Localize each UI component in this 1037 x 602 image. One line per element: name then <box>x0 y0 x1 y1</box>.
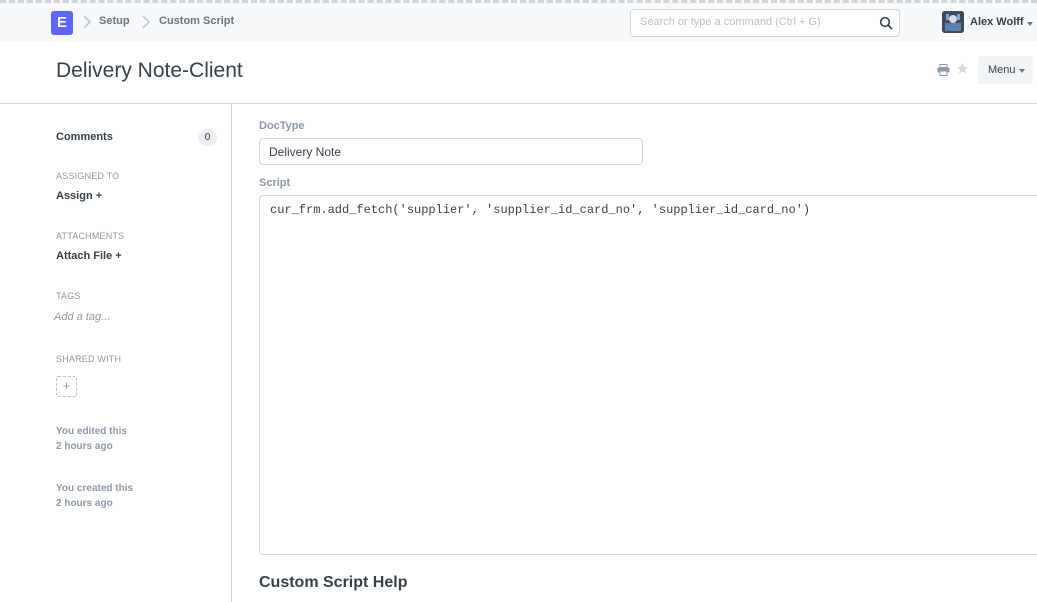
caret-down-icon[interactable] <box>1027 22 1033 26</box>
user-name[interactable]: Alex Wolff <box>970 16 1024 28</box>
comments-count-badge: 0 <box>198 129 217 146</box>
user-avatar-icon <box>942 11 964 33</box>
chevron-right-icon <box>142 15 151 29</box>
add-share-button[interactable]: + <box>56 376 77 397</box>
edited-activity: You edited this <box>56 426 127 437</box>
top-navbar: E Setup Custom Script Alex Wolff <box>0 0 1037 41</box>
caret-down-icon <box>1019 69 1025 73</box>
edited-timestamp: 2 hours ago <box>56 441 113 452</box>
attach-file-link[interactable]: Attach File + <box>56 250 122 262</box>
sidebar-divider <box>231 104 232 602</box>
add-tag-link[interactable]: Add a tag... <box>54 311 110 323</box>
search-bar[interactable] <box>630 9 900 37</box>
shared-with-heading: SHARED WITH <box>56 354 122 364</box>
app-logo[interactable]: E <box>51 11 73 35</box>
script-label: Script <box>259 177 291 189</box>
created-activity: You created this <box>56 483 134 494</box>
chevron-right-icon <box>83 15 92 29</box>
script-content: cur_frm.add_fetch('supplier', 'supplier_… <box>270 203 811 217</box>
attachments-heading: ATTACHMENTS <box>56 231 125 241</box>
assign-link[interactable]: Assign + <box>56 190 102 202</box>
doctype-value: Delivery Note <box>269 145 342 159</box>
tags-heading: TAGS <box>56 291 81 301</box>
doctype-label: DocType <box>259 120 305 132</box>
custom-script-help-heading: Custom Script Help <box>259 574 408 591</box>
star-icon[interactable] <box>956 62 969 75</box>
created-timestamp: 2 hours ago <box>56 498 113 509</box>
menu-button-label: Menu <box>988 64 1016 76</box>
script-editor[interactable]: cur_frm.add_fetch('supplier', 'supplier_… <box>259 195 1037 555</box>
search-icon[interactable] <box>879 16 893 30</box>
menu-button[interactable]: Menu <box>978 56 1033 84</box>
breadcrumb-custom-script[interactable]: Custom Script <box>159 15 234 27</box>
comments-label[interactable]: Comments <box>56 131 113 143</box>
assigned-to-heading: ASSIGNED TO <box>56 171 120 181</box>
doctype-field[interactable]: Delivery Note <box>259 138 643 165</box>
page-title: Delivery Note-Client <box>56 59 243 82</box>
print-icon[interactable] <box>937 64 950 76</box>
avatar[interactable] <box>942 11 964 33</box>
page-head-divider <box>0 103 1037 104</box>
breadcrumb-setup[interactable]: Setup <box>99 15 130 27</box>
search-input[interactable] <box>640 16 870 28</box>
